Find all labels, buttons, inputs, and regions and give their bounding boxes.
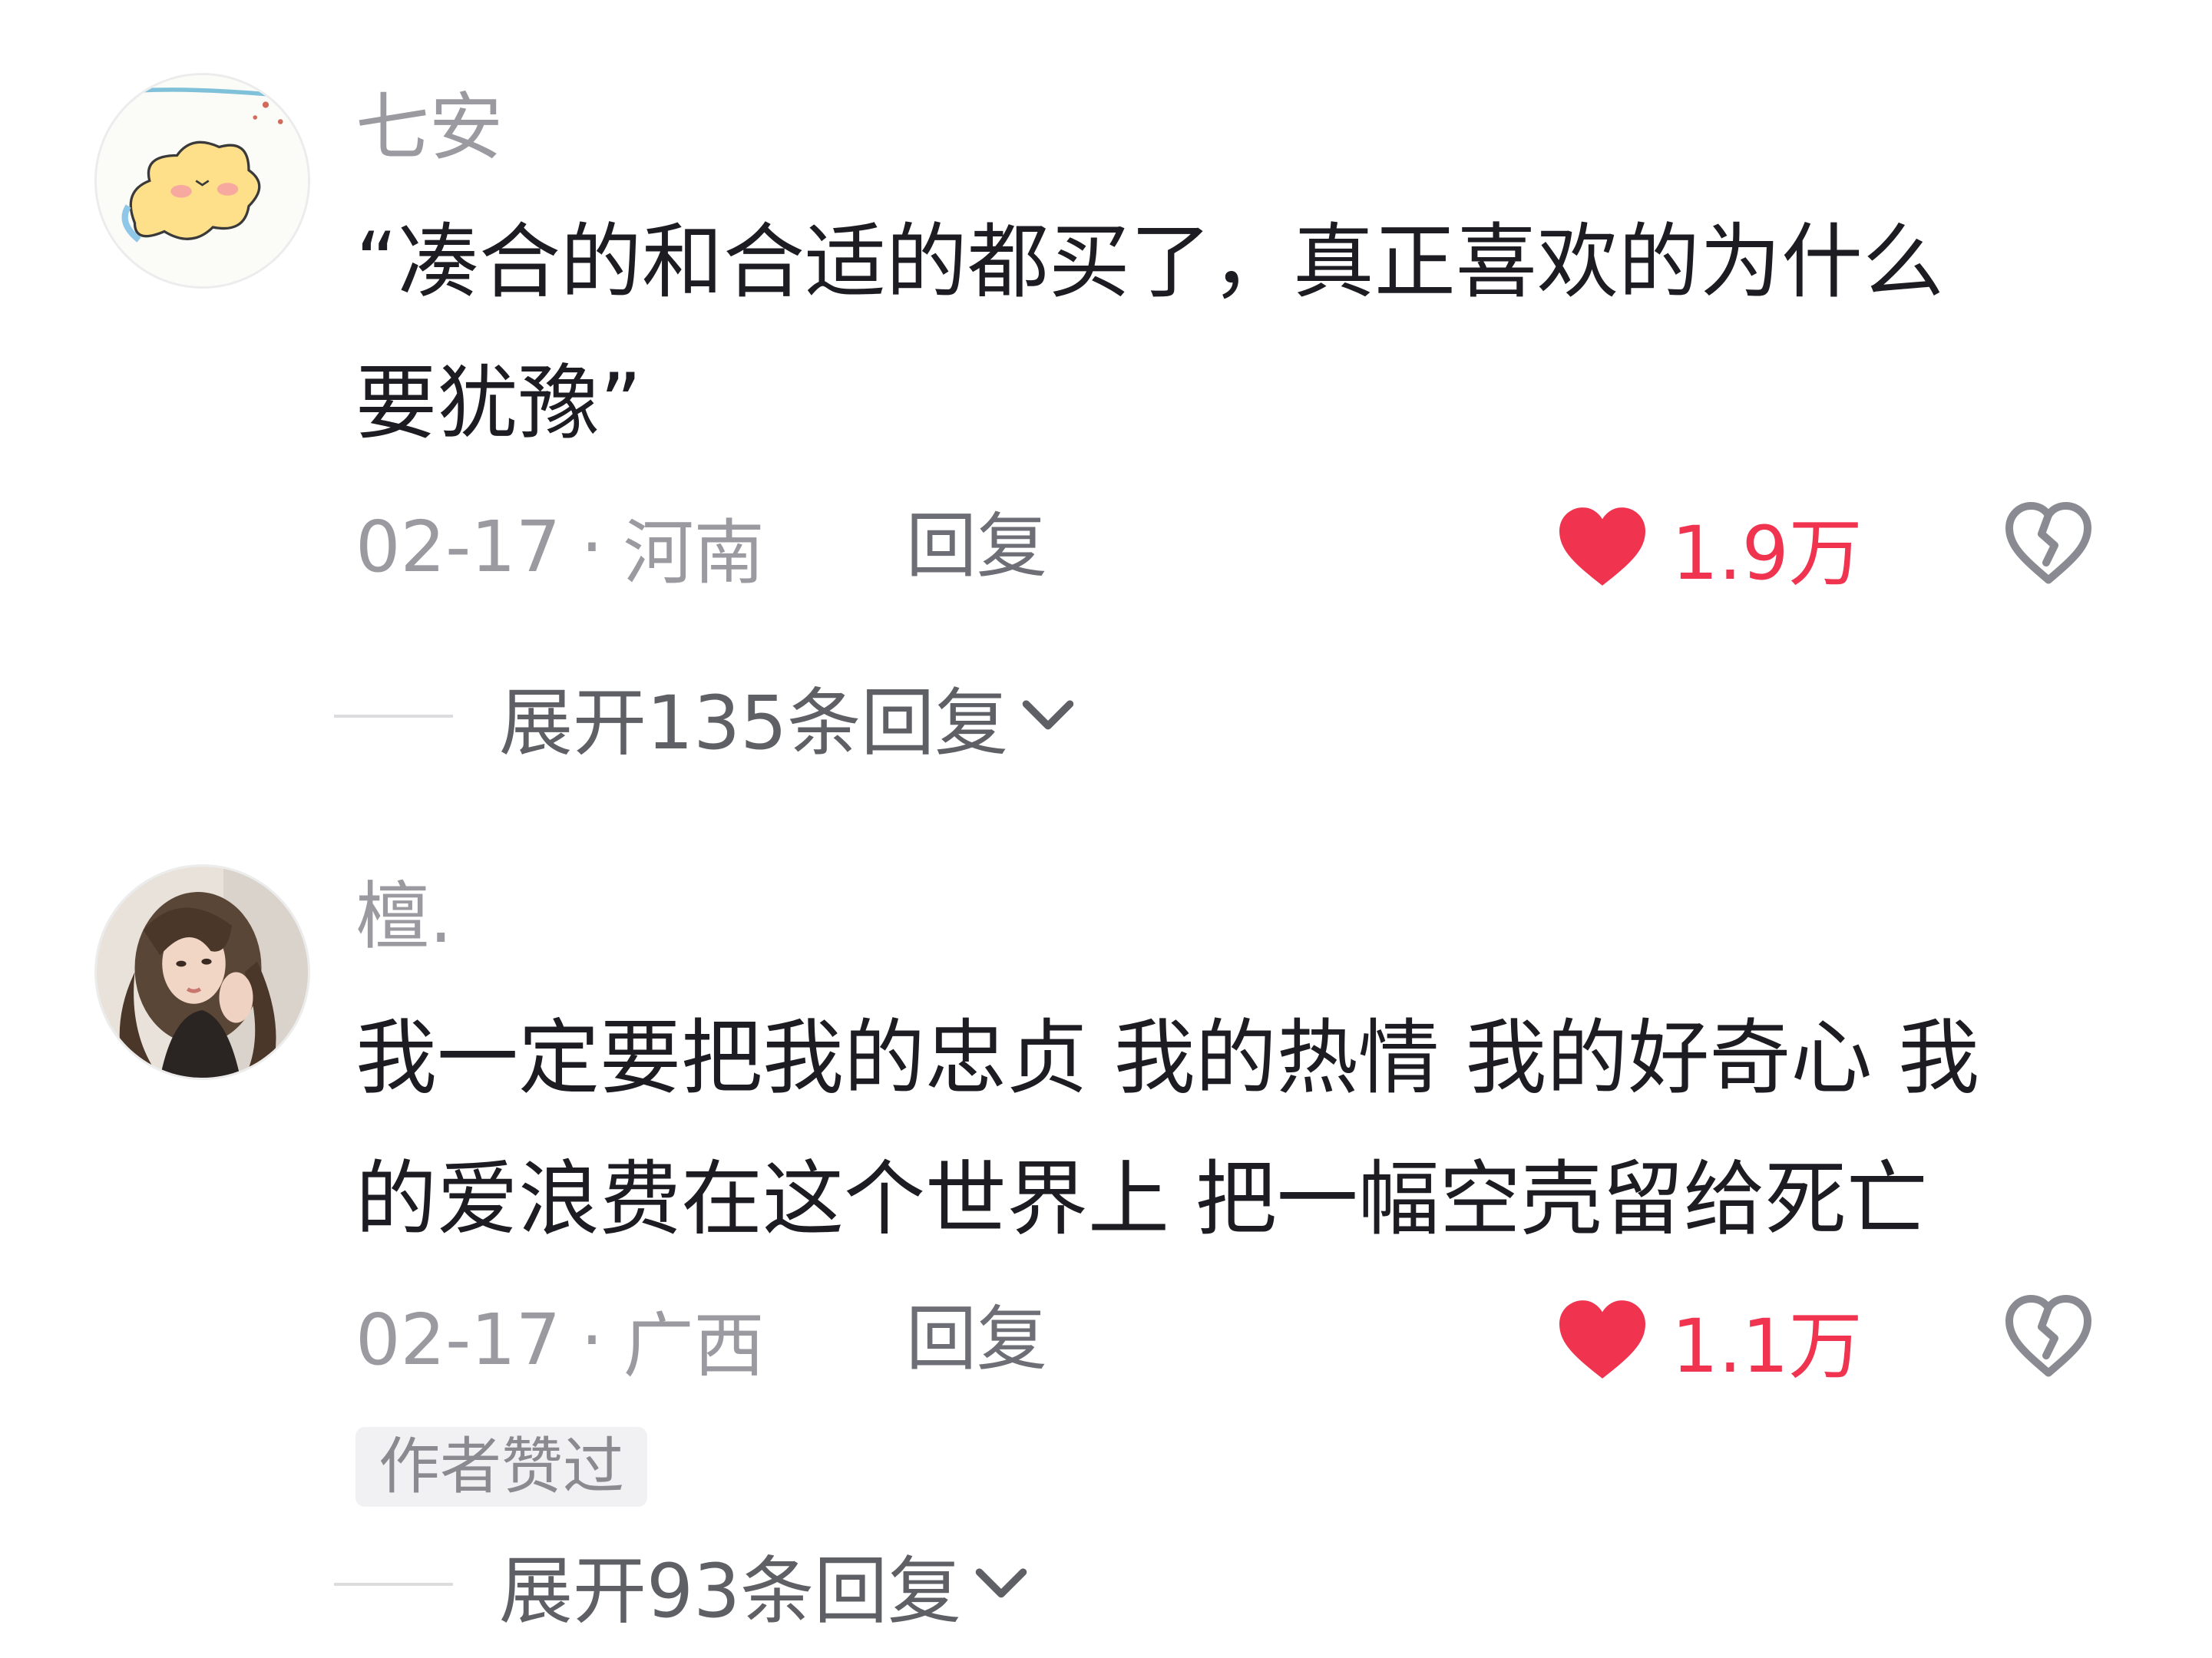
reply-button[interactable]: 回复: [906, 1293, 1047, 1386]
expand-replies[interactable]: 展开135条回复: [334, 670, 1077, 766]
comment-text-line: “凑合的和合适的都买了，真正喜欢的为什么: [355, 215, 1944, 309]
dislike-button[interactable]: [2002, 497, 2095, 590]
comment-date: 02-17: [355, 505, 561, 588]
like-count: 1.9万: [1671, 510, 1863, 596]
broken-heart-icon: [2005, 1295, 2091, 1377]
comment-text-line: 的爱浪费在这个世界上 把一幅空壳留给死亡: [355, 1152, 1928, 1247]
avatar[interactable]: [94, 864, 310, 1080]
heart-filled-icon: [1559, 1300, 1645, 1379]
comment-meta: 02-17 · 广西: [355, 1293, 765, 1387]
comment-date: 02-17: [355, 1298, 561, 1381]
chevron-down-icon: [975, 1568, 1027, 1598]
comment-location: 广西: [623, 1304, 765, 1387]
reply-button[interactable]: 回复: [906, 500, 1047, 593]
comment-text-line: 要犹豫”: [355, 356, 642, 451]
comment-text-line: 我一定要把我的忠贞 我的热情 我的好奇心 我: [355, 1011, 1980, 1105]
meta-separator: ·: [580, 505, 603, 588]
like-button[interactable]: 1.1万: [1555, 1293, 1863, 1389]
divider: [334, 1583, 453, 1586]
divider: [334, 715, 453, 718]
username[interactable]: 七安: [355, 91, 503, 164]
like-count: 1.1万: [1671, 1303, 1863, 1389]
portrait-photo-avatar-icon: [97, 867, 308, 1078]
heart-filled-icon: [1559, 507, 1645, 586]
author-liked-badge: 作者赞过: [355, 1427, 647, 1507]
cartoon-dog-avatar-icon: [97, 75, 308, 286]
expand-replies-label: 展开135条回复: [499, 679, 1009, 766]
comment-meta: 02-17 · 河南: [355, 500, 765, 594]
comment-text: 我一定要把我的忠贞 我的热情 我的好奇心 我 的爱浪费在这个世界上 把一幅空壳留…: [355, 988, 2121, 1270]
meta-separator: ·: [580, 1298, 603, 1381]
like-button[interactable]: 1.9万: [1555, 500, 1863, 596]
comment-location: 河南: [623, 511, 765, 594]
broken-heart-icon: [2005, 502, 2091, 584]
dislike-button[interactable]: [2002, 1290, 2095, 1382]
comment-text: “凑合的和合适的都买了，真正喜欢的为什么 要犹豫”: [355, 192, 2121, 474]
username[interactable]: 檀.: [355, 880, 453, 953]
chevron-down-icon: [1022, 700, 1074, 730]
expand-replies[interactable]: 展开93条回复: [334, 1538, 1030, 1634]
expand-replies-label: 展开93条回复: [499, 1547, 962, 1634]
avatar[interactable]: [94, 73, 310, 289]
